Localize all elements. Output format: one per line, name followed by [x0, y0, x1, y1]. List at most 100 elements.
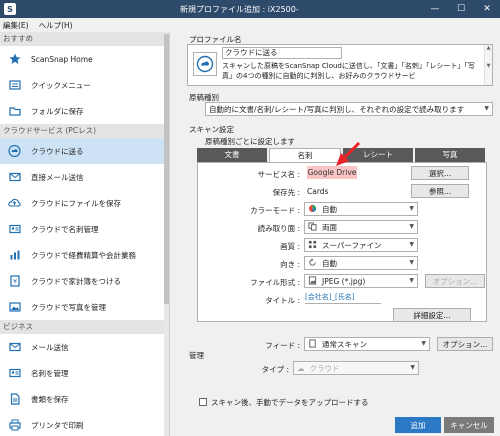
image-quality-dropdown[interactable]: スーパーファイン ▼: [304, 238, 418, 252]
sidebar-item-print[interactable]: プリンタで印刷: [0, 412, 169, 436]
duplex-icon: [308, 221, 317, 233]
sidebar-item-cloud-save-file[interactable]: クラウドにファイルを保存: [0, 190, 169, 216]
star-icon: [8, 53, 21, 66]
sidebar-item-label: フォルダに保存: [31, 106, 84, 116]
sidebar-item-label: 直接メール送信: [31, 172, 84, 182]
sidebar-item-scansnap-home[interactable]: ScanSnap Home: [0, 46, 169, 72]
orientation-label: 向き :: [280, 260, 300, 269]
sidebar-header-recommended: おすすめ: [0, 32, 169, 46]
detail-settings-button[interactable]: 詳細設定...: [393, 308, 471, 322]
tab-business-card[interactable]: 名刺: [269, 148, 341, 162]
color-mode-label: カラーモード :: [250, 206, 300, 215]
doc-type-dropdown[interactable]: 自動的に文書/名刺/レシート/写真に判別し、それぞれの設定で読み取ります ▼: [205, 102, 493, 116]
jpeg-file-icon: [308, 275, 317, 287]
sidebar-item-direct-mail[interactable]: 直接メール送信: [0, 164, 169, 190]
menu-edit[interactable]: 編集(E): [3, 20, 29, 31]
feed-value: 通常スキャン: [322, 339, 367, 349]
household-icon: ¥: [8, 275, 21, 288]
profile-description[interactable]: スキャンした原稿をScanSnap Cloudに送信し、「文書」「名刺」「レシー…: [222, 61, 484, 83]
sidebar-item-manage-cards[interactable]: 名刺を管理: [0, 360, 169, 386]
mail-icon: [8, 341, 21, 354]
sidebar-item-label: クラウドに送る: [31, 146, 84, 156]
feed-label: フィード :: [265, 341, 300, 350]
cloud-small-icon: ☁: [297, 363, 305, 373]
tab-photo[interactable]: 写真: [415, 148, 485, 162]
file-format-dropdown[interactable]: JPEG (*.jpg) ▼: [304, 274, 418, 288]
format-options-button[interactable]: オプション...: [425, 274, 485, 288]
scan-page-icon: [308, 338, 317, 350]
color-mode-dropdown[interactable]: 自動 ▼: [304, 202, 418, 216]
sidebar-item-send-cloud[interactable]: クラウドに送る: [0, 138, 169, 164]
feed-dropdown[interactable]: 通常スキャン ▼: [304, 337, 430, 351]
sidebar-item-save-folder[interactable]: フォルダに保存: [0, 98, 169, 124]
sidebar-item-label: クラウドで家計簿をつける: [31, 276, 121, 286]
rotate-icon: [308, 257, 317, 269]
profile-box: クラウドに送る スキャンした原稿をScanSnap Cloudに送信し、「文書」…: [187, 44, 493, 86]
sidebar-item-label: ScanSnap Home: [31, 54, 93, 64]
sidebar-item-label: プリンタで印刷: [31, 420, 84, 430]
sidebar-scroll-thumb[interactable]: [164, 34, 169, 304]
tab-document[interactable]: 文書: [197, 148, 267, 162]
scan-side-label: 読み取り面 :: [257, 224, 300, 233]
image-quality-label: 画質 :: [280, 242, 300, 251]
type-value: クラウド: [309, 363, 340, 373]
printer-icon: [8, 419, 21, 432]
menu-help[interactable]: ヘルプ(H): [39, 20, 73, 31]
sidebar-item-send-mail[interactable]: メール送信: [0, 334, 169, 360]
chevron-down-icon: ▼: [409, 223, 414, 230]
sidebar-header-business: ビジネス: [0, 320, 169, 334]
type-dropdown[interactable]: ☁ クラウド ▼: [293, 361, 419, 375]
cloud-profile-icon[interactable]: [193, 52, 217, 76]
red-annotation-arrow: [336, 141, 361, 166]
cloud-icon: [8, 145, 21, 158]
sidebar-item-label: クイックメニュー: [31, 80, 91, 90]
file-format-value: JPEG (*.jpg): [322, 276, 366, 286]
scan-side-dropdown[interactable]: 両面 ▼: [304, 220, 418, 234]
menu-bar: 編集(E) ヘルプ(H): [0, 18, 500, 32]
svg-text:¥: ¥: [13, 279, 17, 286]
profile-name-input[interactable]: クラウドに送る: [222, 47, 342, 59]
browse-button[interactable]: 参照...: [411, 184, 469, 198]
cancel-button[interactable]: キャンセル: [444, 417, 494, 433]
chevron-down-icon: ▼: [409, 241, 414, 248]
add-button[interactable]: 追加: [395, 417, 441, 433]
chevron-down-icon: ▼: [409, 277, 414, 284]
doc-type-value: 自動的に文書/名刺/レシート/写真に判別し、それぞれの設定で読み取ります: [209, 104, 465, 114]
close-button[interactable]: ✕: [474, 0, 500, 18]
sidebar-item-cloud-accounting[interactable]: クラウドで経費精算や会計業務: [0, 242, 169, 268]
manual-upload-checkbox[interactable]: [199, 398, 207, 406]
maximize-button[interactable]: ☐: [448, 0, 474, 18]
sidebar-item-quick-menu[interactable]: クイックメニュー: [0, 72, 169, 98]
sidebar-item-cloud-household[interactable]: ¥ クラウドで家計簿をつける: [0, 268, 169, 294]
sidebar-item-cloud-photo[interactable]: クラウドで写真を管理: [0, 294, 169, 320]
sidebar-scrollbar[interactable]: [164, 32, 169, 436]
document-icon: [8, 393, 21, 406]
chevron-down-icon: ▼: [421, 340, 426, 347]
cloud-upload-icon: [8, 197, 21, 210]
title-label: タイトル :: [265, 296, 300, 305]
sidebar-item-save-document[interactable]: 書類を保存: [0, 386, 169, 412]
save-location-label: 保存先 :: [272, 188, 300, 197]
minimize-button[interactable]: —: [422, 0, 448, 18]
quick-menu-icon: [8, 79, 21, 92]
orientation-dropdown[interactable]: 自動 ▼: [304, 256, 418, 270]
save-location-value: Cards: [307, 187, 329, 196]
management-label: 管理: [189, 351, 204, 360]
sidebar-item-label: クラウドで経費精算や会計業務: [31, 250, 136, 260]
scansnap-app-icon: S: [4, 3, 16, 15]
chevron-down-icon: ▼: [484, 105, 489, 112]
scan-settings-label: スキャン設定: [189, 125, 234, 134]
sidebar-item-cloud-business-card[interactable]: クラウドで名刺管理: [0, 216, 169, 242]
chevron-down-icon: ▼: [409, 259, 414, 266]
title-value[interactable]: [会社名]_[氏名]: [305, 292, 381, 304]
per-type-label: 原稿種別ごとに設定します: [205, 137, 295, 146]
color-mode-value: 自動: [322, 204, 337, 214]
chevron-down-icon: ▼: [409, 205, 414, 212]
feed-options-button[interactable]: オプション...: [437, 337, 493, 351]
description-scrollbar[interactable]: ▲ ▼: [484, 45, 492, 85]
service-name-value: Google Drive: [307, 166, 357, 179]
photo-icon: [8, 301, 21, 314]
select-service-button[interactable]: 選択...: [411, 166, 469, 180]
title-bar: S 新規プロファイル追加 : iX2500- — ☐ ✕: [0, 0, 500, 18]
sidebar-header-cloud: クラウドサービス (PCレス): [0, 124, 169, 138]
